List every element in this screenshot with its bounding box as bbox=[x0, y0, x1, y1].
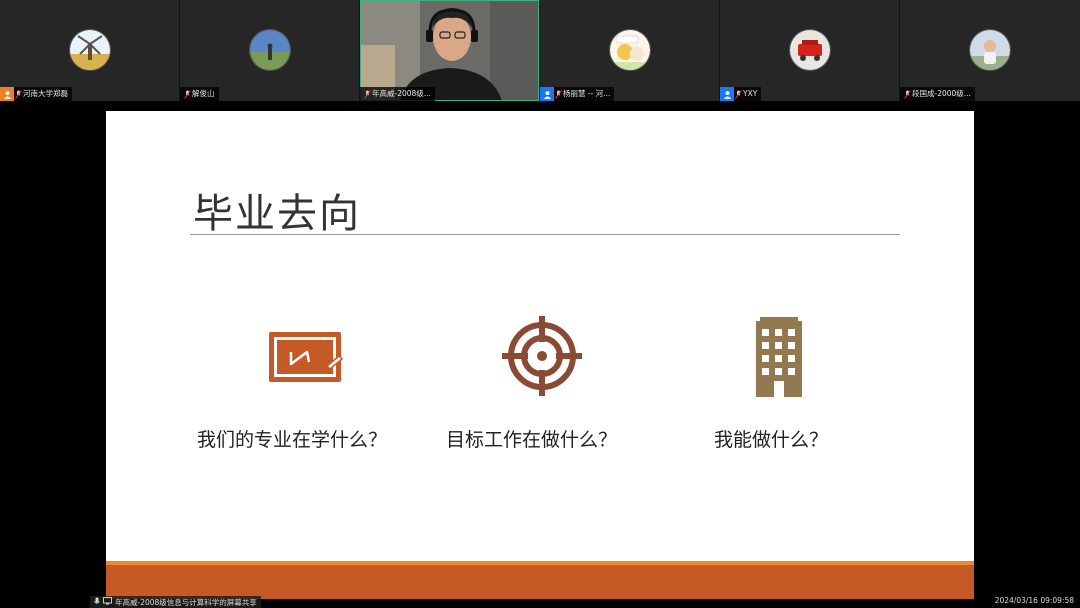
user-icon bbox=[540, 87, 554, 101]
participant-tile[interactable]: 段国成-2000级... bbox=[900, 0, 1080, 101]
mic-icon bbox=[94, 597, 100, 608]
blackboard-icon bbox=[267, 330, 347, 390]
user-icon bbox=[0, 87, 14, 101]
shared-slide: 毕业去向 我们的专业在学什么？ 目标工作在做什么？ 我能做什么？ bbox=[106, 111, 974, 599]
participant-video-tile[interactable]: 年高威-2008级... bbox=[360, 0, 539, 101]
user-icon bbox=[720, 87, 734, 101]
participant-name: 解俊山 bbox=[192, 89, 215, 98]
participant-name: 杨丽慧 -- 河... bbox=[563, 89, 611, 98]
question-text: 我们的专业在学什么？ bbox=[197, 429, 388, 451]
mic-muted-icon bbox=[363, 89, 372, 99]
participant-name: YXY bbox=[743, 89, 758, 98]
participant-tile[interactable]: 河南大学郑磊 bbox=[0, 0, 179, 101]
share-label: 年高威-2008级信息与计算科学的屏幕共享 bbox=[115, 597, 257, 607]
screen-share-indicator[interactable]: 年高威-2008级信息与计算科学的屏幕共享 bbox=[90, 596, 261, 608]
question-text: 目标工作在做什么？ bbox=[446, 429, 618, 451]
target-icon bbox=[502, 316, 582, 400]
question-text: 我能做什么？ bbox=[714, 429, 829, 451]
participant-name: 河南大学郑磊 bbox=[23, 89, 68, 98]
participant-name-tag: 年高威-2008级... bbox=[360, 87, 435, 101]
timestamp: 2024/03/16 09:09:58 bbox=[994, 596, 1074, 605]
slide-title: 毕业去向 bbox=[193, 191, 361, 237]
windmill-avatar bbox=[69, 29, 111, 71]
participant-tile[interactable]: 解俊山 bbox=[180, 0, 359, 101]
mic-muted-icon bbox=[903, 89, 912, 99]
participant-name-tag: 段国成-2000级... bbox=[900, 87, 975, 101]
mic-muted-icon bbox=[183, 89, 192, 99]
participant-name: 年高威-2008级... bbox=[372, 89, 431, 98]
footer-accent-line bbox=[106, 561, 974, 565]
slide-footer-bar bbox=[106, 561, 974, 599]
participant-strip: 河南大学郑磊 解俊山 年高威-2008级... 杨丽慧 -- 河... YXY … bbox=[0, 0, 1080, 101]
mic-muted-icon bbox=[14, 89, 23, 99]
participant-tile[interactable]: YXY bbox=[720, 0, 899, 101]
screen-share-icon bbox=[103, 597, 112, 607]
landscape-avatar bbox=[249, 29, 291, 71]
participant-name-tag: 河南大学郑磊 bbox=[0, 87, 72, 101]
red-object-avatar bbox=[789, 29, 831, 71]
participant-name-tag: 杨丽慧 -- 河... bbox=[540, 87, 615, 101]
mic-muted-icon bbox=[554, 89, 563, 99]
participant-name-tag: 解俊山 bbox=[180, 87, 219, 101]
active-speaker-border bbox=[360, 0, 539, 101]
title-divider bbox=[190, 234, 900, 235]
participant-name-tag: YXY bbox=[720, 87, 762, 101]
participant-name: 段国成-2000级... bbox=[912, 89, 971, 98]
building-icon bbox=[752, 317, 806, 401]
cartoon-avatar bbox=[609, 29, 651, 71]
participant-tile[interactable]: 杨丽慧 -- 河... bbox=[540, 0, 719, 101]
child-photo-avatar bbox=[969, 29, 1011, 71]
mic-muted-icon bbox=[734, 89, 743, 99]
